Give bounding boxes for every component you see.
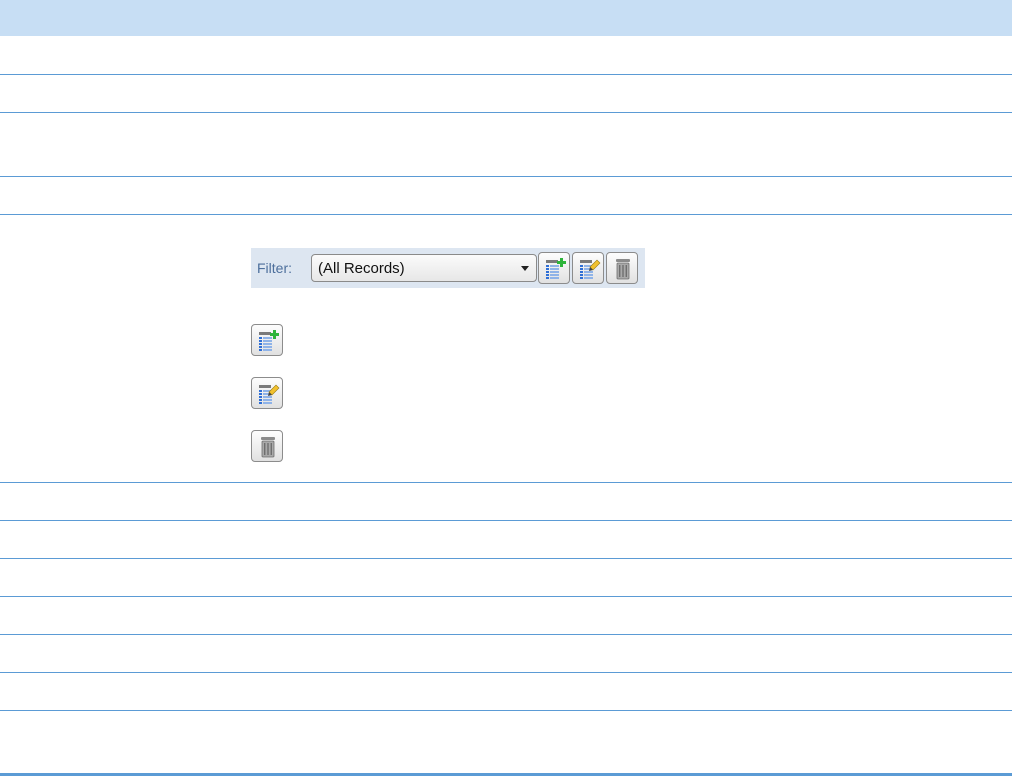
row-divider (0, 214, 1012, 215)
table-header (0, 0, 1012, 36)
row-divider (0, 112, 1012, 113)
row-divider (0, 558, 1012, 559)
add-filter-icon (259, 330, 279, 351)
row-divider (0, 482, 1012, 483)
row-divider (0, 176, 1012, 177)
chevron-down-icon (521, 266, 529, 271)
delete-filter-button[interactable] (606, 252, 638, 284)
legend-edit-filter-icon (251, 377, 283, 409)
delete-filter-icon (616, 259, 630, 280)
filter-toolbar: Filter: (All Records) (251, 248, 645, 288)
legend-add-filter-icon (251, 324, 283, 356)
delete-filter-icon (261, 437, 275, 458)
add-filter-button[interactable] (538, 252, 570, 284)
row-divider (0, 634, 1012, 635)
row-divider (0, 596, 1012, 597)
filter-select[interactable]: (All Records) (311, 254, 537, 282)
add-filter-icon (546, 258, 566, 279)
filter-label: Filter: (257, 260, 292, 276)
row-divider (0, 672, 1012, 673)
legend-delete-filter-icon (251, 430, 283, 462)
row-divider (0, 74, 1012, 75)
edit-filter-button[interactable] (572, 252, 604, 284)
table-bottom-border (0, 773, 1012, 776)
row-divider (0, 520, 1012, 521)
edit-filter-icon (580, 259, 601, 279)
row-divider (0, 710, 1012, 711)
filter-selected-value: (All Records) (318, 260, 405, 277)
edit-filter-icon (259, 384, 280, 404)
